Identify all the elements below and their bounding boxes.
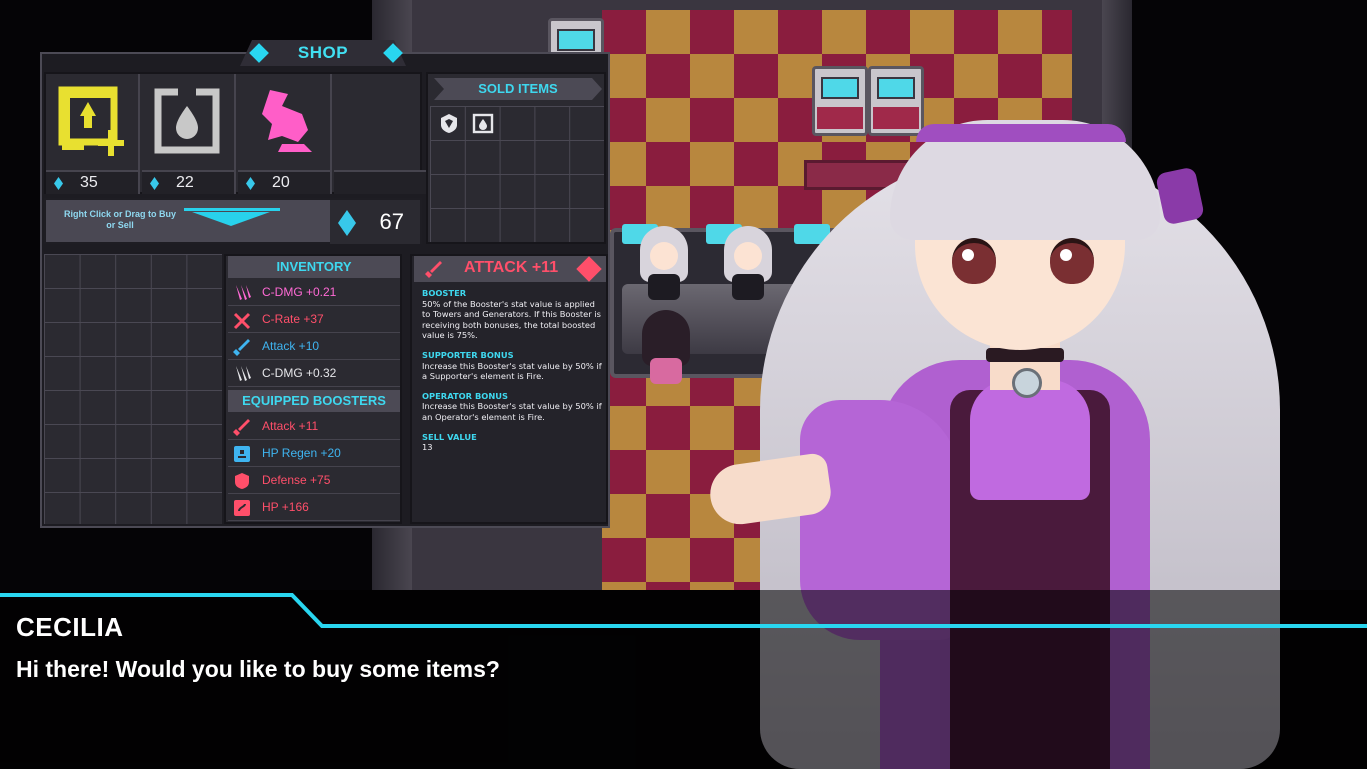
- stat-row[interactable]: HP +166: [228, 495, 400, 521]
- dialogue-divider: [0, 593, 1367, 628]
- stat-row[interactable]: Defense +75: [228, 468, 400, 494]
- stat-label: HP +166: [262, 500, 309, 514]
- sell-value-heading: SELL VALUE: [422, 431, 477, 442]
- supporter-bonus-heading: SUPPORTER BONUS: [422, 349, 514, 360]
- attack-icon: [425, 261, 442, 278]
- hp-icon: [234, 500, 250, 516]
- pendant-icon: [1012, 368, 1042, 398]
- detail-header: ATTACK +11: [414, 256, 606, 282]
- currency-amount: 67: [379, 209, 404, 234]
- stat-label: C-DMG +0.32: [262, 366, 337, 380]
- defense-shield-icon: [235, 473, 249, 489]
- character-eye: [952, 238, 996, 284]
- operator-bonus-heading: OPERATOR BONUS: [422, 390, 508, 401]
- booster-heading: BOOSTER: [422, 288, 467, 298]
- crit-rate-icon: [233, 312, 251, 330]
- defense-booster-icon[interactable]: [472, 112, 494, 134]
- supporter-bonus-text: Increase this Booster's stat value by 50…: [422, 360, 602, 382]
- stat-label: HP Regen +20: [262, 446, 341, 460]
- stat-label: Attack +11: [262, 419, 319, 433]
- shop-item-slot[interactable]: 20: [238, 74, 332, 194]
- booster-detail-panel: ATTACK +11 BOOSTER 50% of the Booster's …: [410, 254, 608, 524]
- sell-value: 13: [422, 442, 433, 453]
- stat-row[interactable]: C-DMG +0.32: [228, 361, 400, 387]
- sold-items-title: SOLD ITEMS: [434, 78, 602, 100]
- crystal-currency-icon: [150, 177, 159, 190]
- dialogue-text: Hi there! Would you like to buy some ite…: [16, 656, 500, 682]
- price-tag: 22: [142, 170, 234, 194]
- buy-sell-hint: Right Click or Drag to Buy or Sell: [63, 209, 176, 230]
- stat-label: Attack +10: [262, 339, 320, 353]
- drop-zone-bar: [184, 208, 280, 211]
- speaker-name: CECILIA: [16, 612, 124, 642]
- character-choker: [986, 348, 1064, 362]
- hp-regen-icon: [234, 446, 250, 462]
- stat-row[interactable]: C-DMG +0.21: [228, 280, 400, 306]
- stat-label: C-DMG +0.21: [262, 285, 337, 299]
- crit-damage-icon: [236, 285, 251, 300]
- fire-element-icon: [576, 256, 602, 282]
- attack-crystal-icon: [262, 90, 312, 152]
- booster-description: 50% of the Booster's stat value is appli…: [422, 298, 601, 341]
- crystal-currency-icon: [246, 177, 255, 190]
- item-price: 35: [80, 174, 98, 191]
- inventory-title: INVENTORY: [228, 256, 400, 278]
- stat-row[interactable]: Attack +10: [228, 334, 400, 360]
- item-price: 22: [176, 174, 194, 191]
- stat-label: C-Rate +37: [262, 312, 324, 326]
- operator-bonus-text: Increase this Booster's stat value by 50…: [422, 401, 602, 422]
- drop-arrow-icon[interactable]: [192, 212, 270, 226]
- price-tag: 35: [46, 170, 138, 194]
- item-price: 20: [272, 174, 290, 191]
- shop-item-slot[interactable]: 35: [46, 74, 140, 194]
- character-eye: [1050, 238, 1094, 284]
- stat-row[interactable]: C-Rate +37: [228, 307, 400, 333]
- game-scene: SHOP 35 22 20 Right Click or Drag to Buy…: [0, 0, 1367, 769]
- attack-icon: [233, 419, 250, 436]
- equipped-boosters-title: EQUIPPED BOOSTERS: [228, 390, 400, 412]
- character-bodice: [970, 380, 1090, 500]
- detail-body: BOOSTER 50% of the Booster's stat value …: [422, 288, 602, 453]
- crystal-currency-icon: [54, 177, 63, 190]
- price-tag: [334, 170, 428, 194]
- detail-title: ATTACK +11: [464, 259, 559, 276]
- inventory-grid[interactable]: [44, 254, 222, 524]
- sold-items-panel: SOLD ITEMS: [426, 72, 606, 244]
- stat-row[interactable]: HP Regen +20: [228, 441, 400, 467]
- attack-speed-booster-icon: [58, 86, 124, 156]
- crit-damage-icon: [236, 366, 251, 381]
- attack-icon: [233, 339, 250, 356]
- stat-label: Defense +75: [262, 473, 331, 487]
- price-tag: 20: [238, 170, 330, 194]
- defense-shield-icon[interactable]: [438, 112, 460, 134]
- shop-item-slot-empty[interactable]: [334, 74, 428, 194]
- character-headband: [916, 124, 1126, 142]
- stat-row[interactable]: Attack +11: [228, 414, 400, 440]
- shop-title: SHOP: [297, 43, 349, 62]
- inventory-list-panel: INVENTORY C-DMG +0.21 C-Rate +37 Attack +1…: [224, 254, 402, 524]
- buy-sell-bar: Right Click or Drag to Buy or Sell 67: [44, 198, 422, 244]
- shop-item-slot[interactable]: 22: [142, 74, 236, 194]
- defense-booster-icon: [154, 88, 220, 154]
- shop-items-panel: 35 22 20: [44, 72, 428, 194]
